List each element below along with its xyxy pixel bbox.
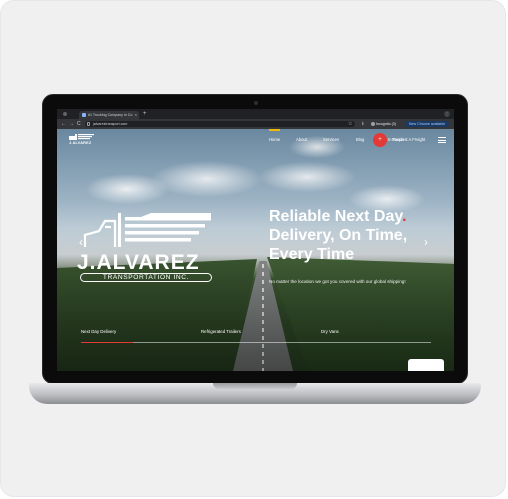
headline-line-2: Delivery, On Time, <box>269 227 408 244</box>
browser-toolbar: ← → C jalvareztransport.com ☆ ⭳ Incognit… <box>57 119 454 129</box>
nav-blog[interactable]: Blog <box>356 129 364 151</box>
nav-home[interactable]: Home <box>269 129 281 151</box>
window-menu-icon[interactable] <box>63 112 67 116</box>
tab-refrigerated-trailers[interactable]: Refrigerated Trailers <box>201 327 241 337</box>
update-chrome-button[interactable]: New Chrome available <box>405 121 449 127</box>
bookmark-star-icon[interactable]: ☆ <box>348 119 352 129</box>
hero-brand-tagline: TRANSPORTATION INC. <box>80 273 212 282</box>
browser-tab[interactable]: #1 Trucking Company in Co × <box>79 111 139 119</box>
truck-logo-icon <box>69 134 94 140</box>
tab-next-day-delivery[interactable]: Next Day Delivery <box>81 327 116 337</box>
download-icon[interactable]: ⭳ <box>362 119 364 129</box>
lock-icon <box>87 122 90 126</box>
site-logo-text: J.ALVAREZ <box>69 141 92 145</box>
service-tabs: Next Day Delivery Refrigerated Trailers … <box>81 327 431 344</box>
favicon-icon <box>82 113 86 117</box>
headline-text-1: Reliable Next Day <box>269 208 403 225</box>
incognito-icon <box>371 122 375 126</box>
hero-subline: No matter the location we got you covere… <box>269 279 406 284</box>
background-card: #1 Trucking Company in Co × + ⋮ ← → C ja… <box>0 0 506 497</box>
camera-dot <box>254 101 258 105</box>
page-frame: #1 Trucking Company in Co × + ⋮ ← → C ja… <box>0 0 508 499</box>
incognito-badge[interactable]: Incognito (3) <box>371 121 401 127</box>
tab-close-icon[interactable]: × <box>135 111 137 119</box>
address-bar[interactable]: jalvareztransport.com <box>85 121 355 127</box>
laptop-lid: #1 Trucking Company in Co × + ⋮ ← → C ja… <box>42 94 468 384</box>
request-freight-icon[interactable]: + <box>373 133 387 147</box>
headline-red-dot: . <box>402 208 407 225</box>
request-freight-button[interactable]: Request A Freight <box>392 129 425 151</box>
tab-title: #1 Trucking Company in Co <box>88 113 133 117</box>
hero-truck-icon <box>83 213 211 247</box>
reload-icon[interactable]: C <box>77 119 81 129</box>
hamburger-menu-icon[interactable] <box>438 137 446 143</box>
url-text: jalvareztransport.com <box>93 122 128 126</box>
new-tab-button[interactable]: + <box>143 109 147 119</box>
headline-line-1: Reliable Next Day. <box>269 207 439 226</box>
website-hero: J.ALVAREZ Home About Services Blog Get I… <box>57 129 454 371</box>
tab-search-icon[interactable]: ⋮ <box>444 111 450 117</box>
nav-services[interactable]: Services <box>323 129 339 151</box>
browser-tab-bar: #1 Trucking Company in Co × + ⋮ <box>57 109 454 119</box>
hero-brand-logo: J.ALVAREZ TRANSPORTATION INC. <box>77 211 225 283</box>
forward-icon[interactable]: → <box>69 119 74 129</box>
hero-brand-name: J.ALVAREZ <box>77 251 200 274</box>
nav-about[interactable]: About <box>296 129 307 151</box>
tab-dry-vans[interactable]: Dry Vans <box>321 327 339 337</box>
laptop-base <box>29 383 481 404</box>
back-icon[interactable]: ← <box>61 119 66 129</box>
headline-line-3: Every Time <box>269 246 355 263</box>
floating-widget[interactable] <box>408 359 444 371</box>
incognito-label: Incognito (3) <box>376 122 396 126</box>
hero-headline: Reliable Next Day. Delivery, On Time, Ev… <box>269 207 439 264</box>
site-logo[interactable]: J.ALVAREZ <box>67 133 101 147</box>
active-tab-underline <box>81 342 133 344</box>
laptop-notch <box>213 383 297 389</box>
laptop-screen: #1 Trucking Company in Co × + ⋮ ← → C ja… <box>57 109 454 371</box>
site-header: J.ALVAREZ Home About Services Blog Get I… <box>57 129 454 151</box>
